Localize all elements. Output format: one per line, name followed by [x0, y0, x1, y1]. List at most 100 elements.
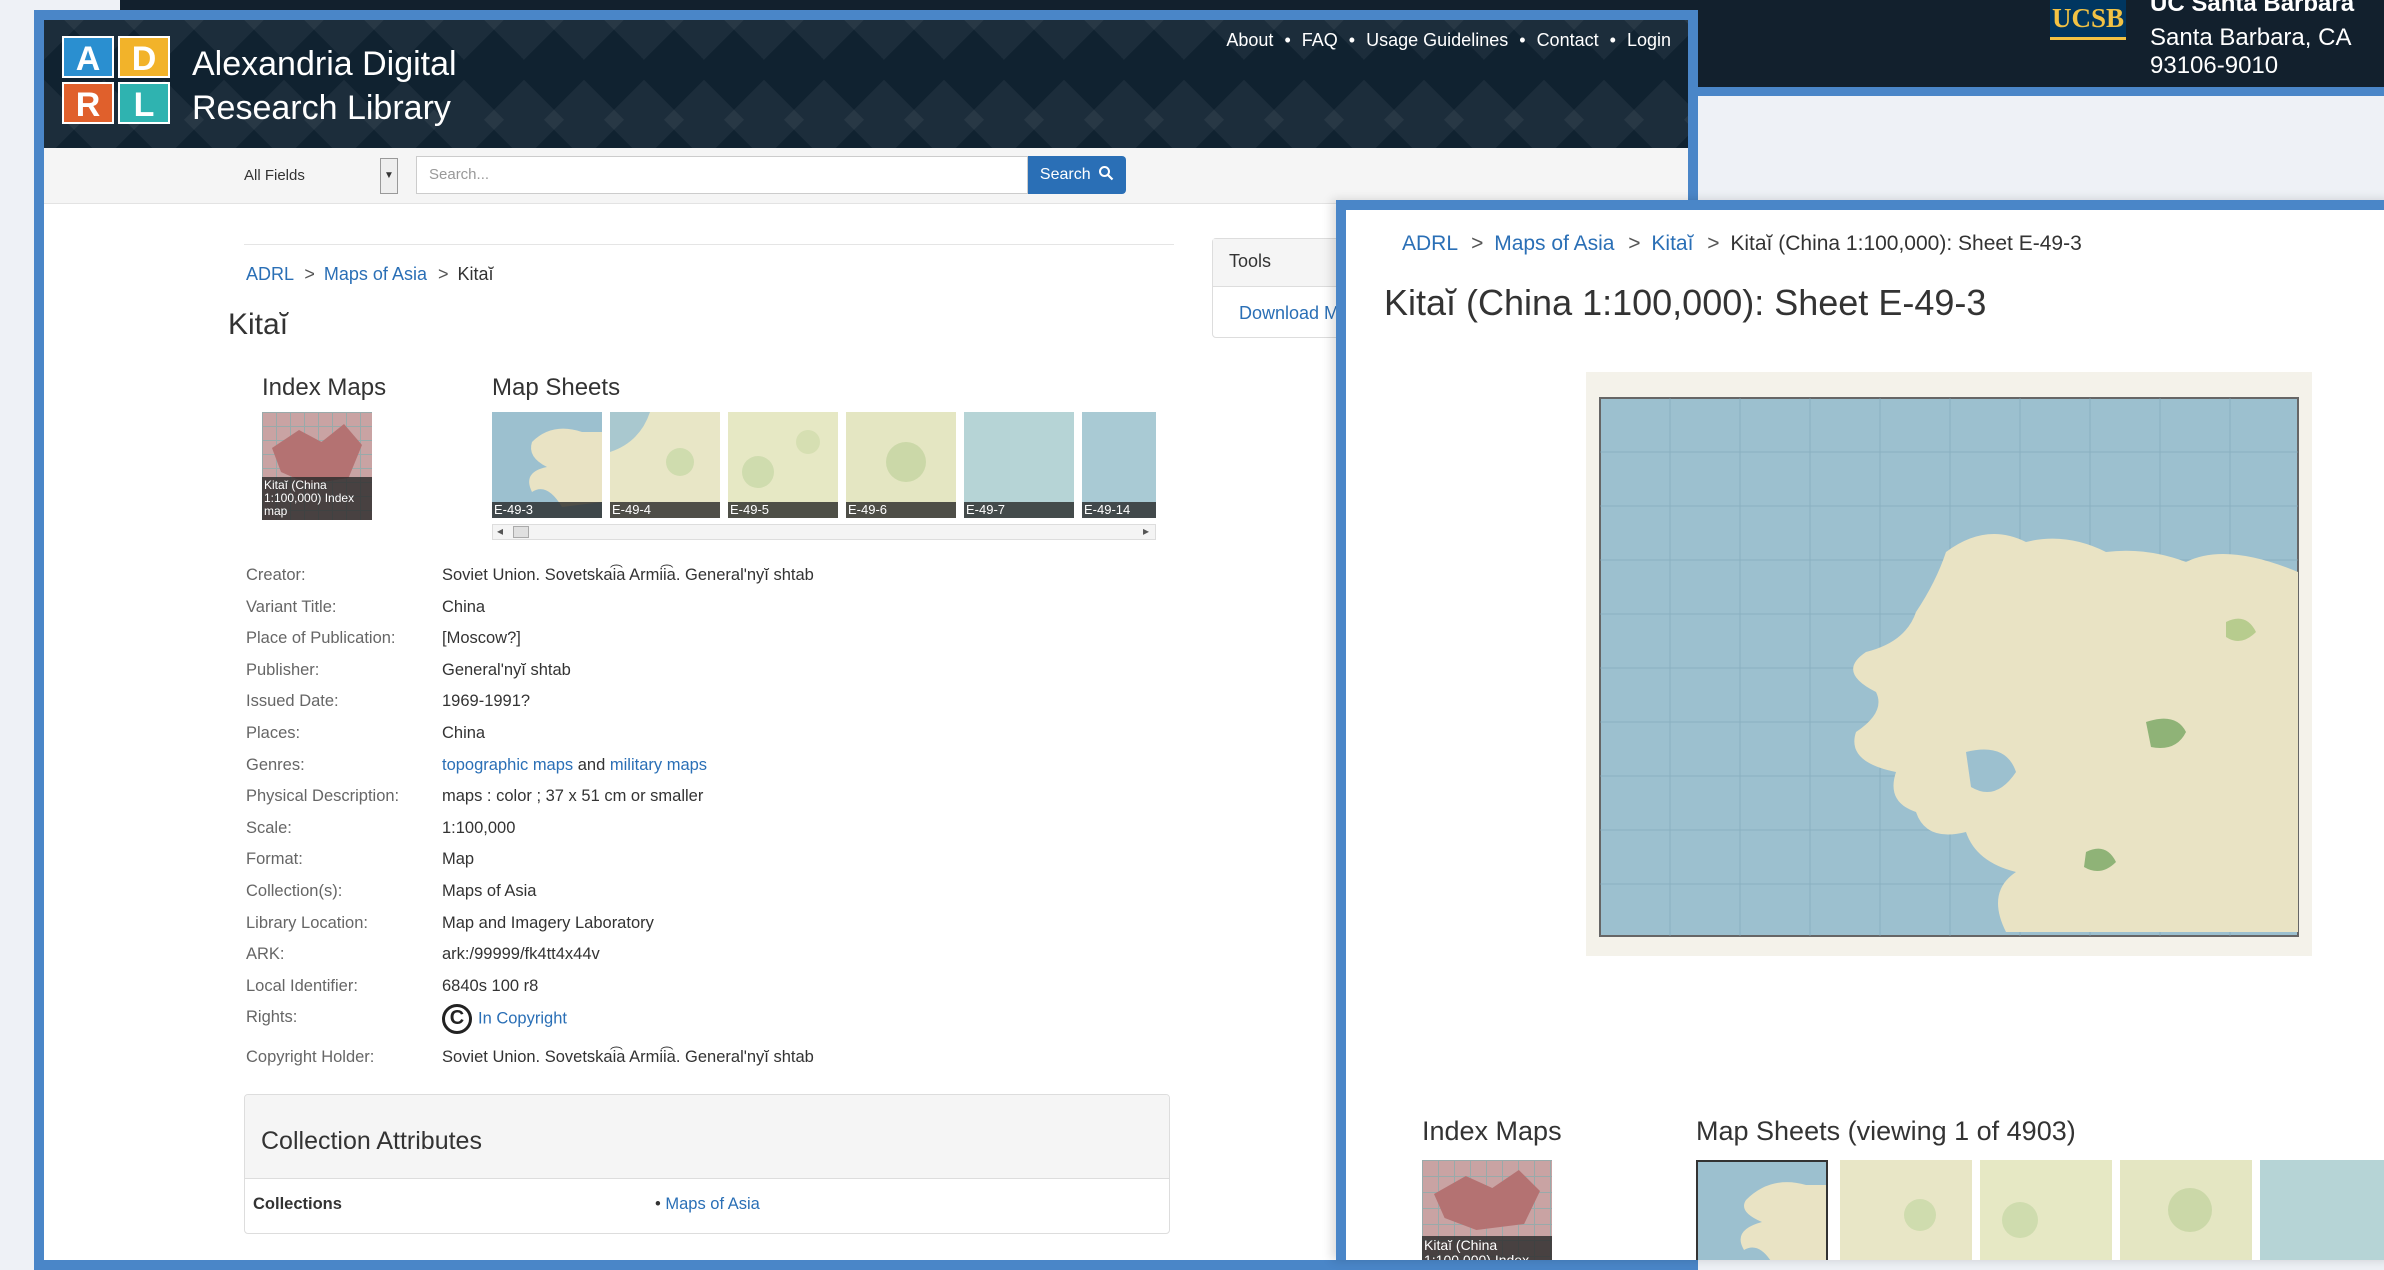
nav-about[interactable]: About [1226, 30, 1273, 50]
logo-letter-l: L [118, 82, 170, 124]
nav-usage-guidelines[interactable]: Usage Guidelines [1366, 30, 1508, 50]
metadata-label: ARK: [246, 945, 285, 964]
sheet-thumbnail[interactable] [1840, 1160, 1972, 1260]
collection-link[interactable]: Maps of Asia [442, 882, 536, 901]
metadata-row: Library Location: Map and Imagery Labora… [246, 914, 1146, 946]
metadata-label: Local Identifier: [246, 976, 358, 995]
divider [244, 244, 1174, 245]
library-location-link[interactable]: Map and Imagery Laboratory [442, 914, 654, 933]
scroll-right-icon[interactable]: ▸ [1143, 524, 1149, 538]
metadata-label: Variant Title: [246, 597, 337, 616]
metadata-row: Rights: C In Copyright [246, 1004, 1146, 1048]
map-sheets-heading: Map Sheets (viewing 1 of 4903) [1696, 1116, 2076, 1146]
nav-contact[interactable]: Contact [1537, 30, 1599, 50]
copyright-icon[interactable]: C [442, 1004, 472, 1035]
index-map-thumbnail[interactable]: Kitaĭ (China 1:100,000) Index [1422, 1160, 1552, 1260]
bullet-icon: • [655, 1195, 666, 1213]
metadata-row: Variant Title: China [246, 598, 1146, 630]
rights-link[interactable]: In Copyright [478, 1010, 567, 1028]
collections-label: Collections [253, 1195, 342, 1213]
sheets-scrollbar[interactable]: ◂ ▸ [492, 524, 1156, 540]
genres-value: topographic maps and military maps [442, 756, 707, 775]
breadcrumb-separator: > [304, 264, 315, 284]
breadcrumb-current: Kitaĭ [457, 264, 494, 284]
metadata-label: Physical Description: [246, 787, 400, 806]
ucsb-logo: UCSB [2050, 0, 2126, 40]
logo-letter-r: R [62, 82, 114, 124]
metadata-row: Copyright Holder: Soviet Union. Sovetska… [246, 1048, 1146, 1080]
nav-login[interactable]: Login [1627, 30, 1671, 50]
search-button[interactable]: Search [1028, 156, 1126, 194]
campus-name: UC Santa Barbara [2150, 0, 2355, 17]
sheet-thumbnail[interactable]: E-49-6 [846, 412, 956, 518]
metadata-label: Creator: [246, 566, 306, 584]
index-map-label: Kitaĭ (China 1:100,000) Index [1422, 1236, 1552, 1260]
search-button-label: Search [1039, 166, 1091, 183]
places-link[interactable]: China [442, 724, 485, 743]
breadcrumb-separator: > [1471, 232, 1484, 255]
breadcrumb-separator: > [1628, 232, 1641, 255]
breadcrumb-adrl[interactable]: ADRL [1402, 232, 1457, 255]
search-field-select[interactable]: All Fields [240, 158, 390, 194]
scroll-left-icon[interactable]: ◂ [497, 524, 503, 538]
nav-separator: • [1348, 30, 1356, 50]
index-map-label: Kitaĭ (China 1:100,000) Index map [262, 477, 372, 520]
breadcrumb-adrl[interactable]: ADRL [246, 264, 293, 284]
sheet-thumbnail-selected[interactable] [1696, 1160, 1828, 1260]
breadcrumb-kitai[interactable]: Kitaĭ [1651, 232, 1693, 255]
breadcrumb: ADRL > Maps of Asia > Kitaĭ > Kitaĭ (Chi… [1402, 232, 2082, 256]
map-sheets-strip: E-49-3 E-49-4 E-49-5 E-49-6 E-49-7 E-49-… [492, 412, 1156, 536]
collections-value: • Maps of Asia [655, 1195, 760, 1214]
metadata-row: Issued Date: 1969-1991? [246, 692, 1146, 724]
metadata-value: 1:100,000 [442, 818, 516, 837]
metadata-label: Publisher: [246, 660, 320, 679]
sheet-thumbnail[interactable]: E-49-7 [964, 412, 1074, 518]
collection-attributes-heading: Collection Attributes [245, 1095, 1169, 1179]
sheet-thumbnail[interactable]: E-49-14 [1082, 412, 1156, 518]
metadata-label: Issued Date: [246, 692, 339, 711]
format-link[interactable]: Map [442, 850, 474, 869]
sheet-caption: E-49-7 [964, 502, 1074, 518]
metadata-row: Creator: Soviet Union. Sovetskai͡a Armii… [246, 566, 1146, 598]
metadata-row: Places: China [246, 724, 1146, 756]
sheet-thumbnail[interactable]: E-49-4 [610, 412, 720, 518]
breadcrumb-maps-of-asia[interactable]: Maps of Asia [1494, 232, 1614, 255]
page-title: Kitaĭ (China 1:100,000): Sheet E-49-3 [1384, 282, 1987, 323]
metadata-label: Rights: [246, 1008, 298, 1027]
genre-link-military[interactable]: military maps [610, 756, 707, 774]
site-title[interactable]: Alexandria Digital Research Library [192, 42, 512, 130]
scrollbar-thumb[interactable] [513, 526, 529, 538]
index-map-thumbnail[interactable]: Kitaĭ (China 1:100,000) Index map [262, 412, 372, 520]
sheet-thumbnail[interactable]: E-49-5 [728, 412, 838, 518]
sheet-thumbnail[interactable] [2120, 1160, 2252, 1260]
metadata-label: Places: [246, 723, 301, 742]
chevron-down-icon[interactable]: ▼ [380, 158, 398, 194]
adrl-logo[interactable]: A D R L [62, 36, 174, 128]
genre-link-topographic[interactable]: topographic maps [442, 756, 573, 774]
sheet-thumbnail[interactable]: E-49-3 [492, 412, 602, 518]
collection-item-link[interactable]: Maps of Asia [665, 1195, 759, 1213]
metadata-value: maps : color ; 37 x 51 cm or smaller [442, 787, 704, 806]
rights-value: C In Copyright [442, 1004, 567, 1035]
metadata-value: 1969-1991? [442, 692, 531, 711]
nav-separator: • [1284, 30, 1291, 50]
breadcrumb-separator: > [1707, 232, 1720, 255]
map-sheets-strip [1696, 1160, 2384, 1260]
nav-faq[interactable]: FAQ [1302, 30, 1338, 50]
right-browser-window: ADRL > Maps of Asia > Kitaĭ > Kitaĭ (Chi… [1336, 200, 2384, 1260]
sheet-caption: E-49-6 [846, 502, 956, 518]
metadata-label: Library Location: [246, 913, 368, 932]
map-sheet-image [2260, 1160, 2384, 1260]
metadata-row: Scale: 1:100,000 [246, 819, 1146, 851]
breadcrumb-maps-of-asia[interactable]: Maps of Asia [324, 264, 427, 284]
metadata-row: Genres: topographic maps and military ma… [246, 756, 1146, 788]
creator-link[interactable]: Soviet Union. Sovetskai͡a Armii͡a. Gener… [442, 566, 814, 585]
metadata-value: China [442, 597, 486, 616]
main-map-image[interactable] [1586, 372, 2312, 956]
breadcrumb: ADRL > Maps of Asia > Kitaĭ [246, 264, 494, 285]
sheet-thumbnail[interactable] [1980, 1160, 2112, 1260]
search-input[interactable]: Search... [416, 156, 1028, 194]
download-metadata-link[interactable]: Download Me [1239, 303, 1349, 324]
metadata-row: Physical Description: maps : color ; 37 … [246, 787, 1146, 819]
sheet-thumbnail[interactable] [2260, 1160, 2384, 1260]
